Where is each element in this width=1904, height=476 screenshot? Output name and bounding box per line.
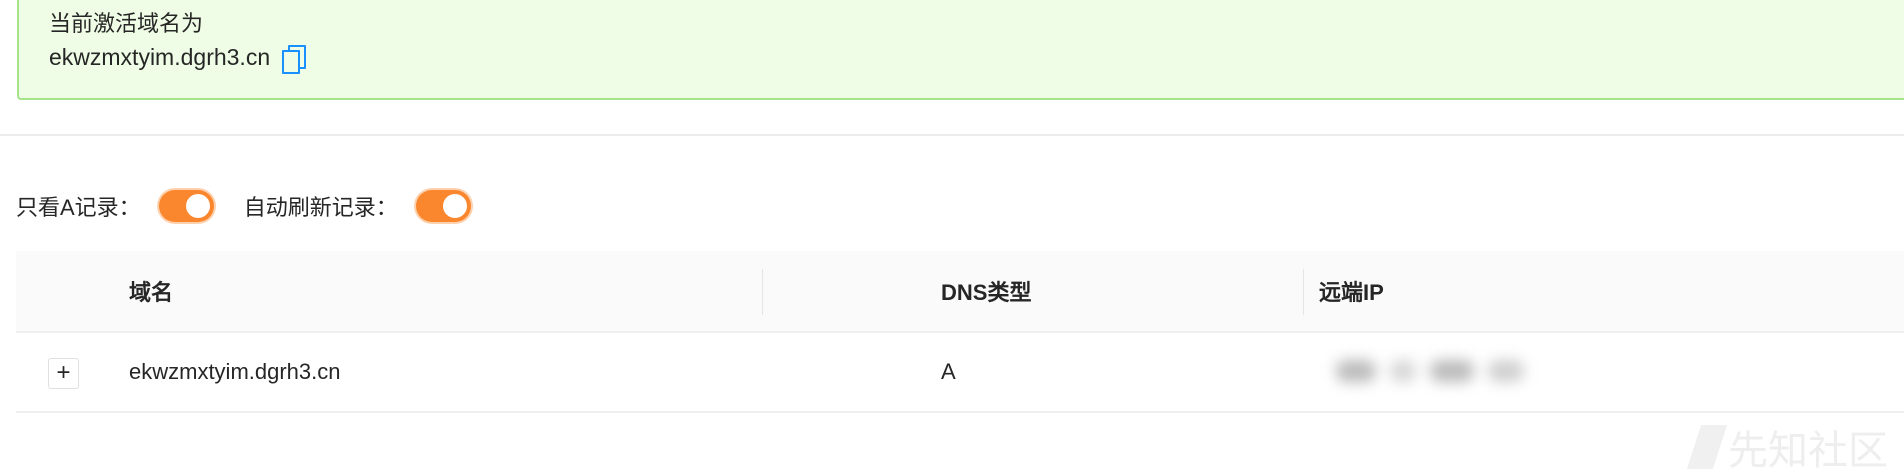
only-a-records-label: 只看A记录： — [16, 195, 141, 220]
alert-title: 当前激活域名为 — [49, 11, 204, 36]
active-domain: ekwzmxtyim.dgrh3.cn — [49, 44, 307, 74]
column-separator — [762, 269, 763, 315]
toggle-knob — [442, 194, 467, 218]
table-row: + ekwzmxtyim.dgrh3.cn A — [16, 333, 1904, 413]
auto-refresh-label: 自动刷新记录： — [243, 195, 398, 220]
copy-icon[interactable] — [282, 44, 307, 74]
filters: 只看A记录： 自动刷新记录： — [16, 190, 501, 222]
active-domain-alert: 当前激活域名为 ekwzmxtyim.dgrh3.cn — [17, 0, 1904, 100]
column-separator — [1303, 269, 1304, 315]
column-header-remote-ip: 远端IP — [1319, 280, 1384, 305]
only-a-records-toggle[interactable] — [158, 190, 214, 222]
active-domain-text: ekwzmxtyim.dgrh3.cn — [49, 44, 271, 70]
column-header-domain: 域名 — [129, 280, 174, 305]
expand-row-button[interactable]: + — [48, 358, 79, 389]
watermark-logo-icon — [1686, 425, 1728, 469]
dns-records-table: 域名 DNS类型 远端IP + ekwzmxtyim.dgrh3.cn A — [16, 251, 1904, 413]
row-remote-ip-redacted — [1336, 351, 1556, 391]
watermark-text: 先知社区 — [1728, 429, 1888, 473]
watermark: 先知社区 — [1686, 418, 1888, 476]
toggle-knob — [185, 194, 210, 218]
divider — [0, 134, 1904, 136]
auto-refresh-toggle[interactable] — [415, 190, 471, 222]
row-dns-type: A — [941, 359, 956, 384]
table-header: 域名 DNS类型 远端IP — [16, 251, 1904, 333]
row-domain: ekwzmxtyim.dgrh3.cn — [129, 359, 341, 384]
column-header-dns-type: DNS类型 — [941, 280, 1032, 305]
